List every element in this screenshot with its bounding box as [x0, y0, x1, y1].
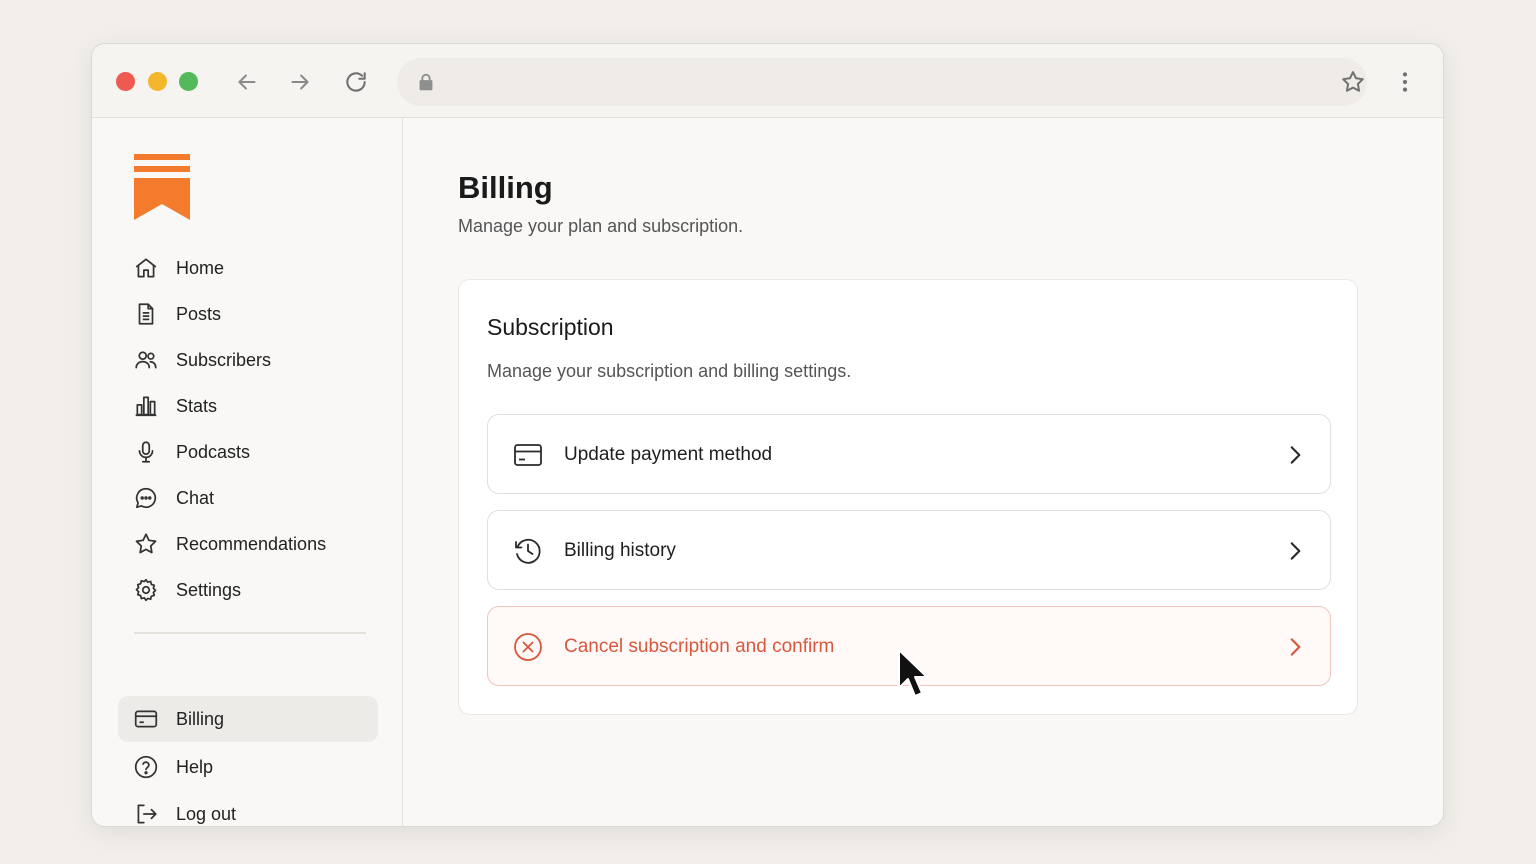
reload-icon: [346, 72, 366, 92]
url-input[interactable]: [449, 68, 1269, 96]
page-title: Billing: [458, 170, 553, 205]
home-icon: [133, 255, 159, 281]
sidebar-item-label: Subscribers: [176, 349, 272, 370]
sidebar-item-subscribers[interactable]: Subscribers: [118, 337, 378, 383]
credit-card-icon: [133, 706, 159, 732]
users-icon: [133, 347, 159, 373]
back-button[interactable]: [231, 66, 263, 98]
sidebar-item-label: Help: [176, 756, 214, 777]
sidebar-item-logout[interactable]: Log out: [118, 791, 378, 826]
row-label: Billing history: [564, 540, 676, 561]
sidebar-item-billing[interactable]: Billing: [118, 696, 378, 742]
sidebar-item-label: Billing: [176, 708, 225, 729]
sidebar-item-settings[interactable]: Settings: [118, 567, 378, 613]
close-window-button[interactable]: [116, 72, 135, 91]
chevron-right-icon: [1290, 638, 1301, 656]
arrow-left-icon: [238, 74, 256, 90]
sidebar-divider: [134, 632, 366, 634]
card-subtitle: Manage your subscription and billing set…: [487, 361, 852, 381]
logout-icon: [133, 801, 159, 826]
logo-icon: [134, 154, 190, 220]
bookmark-star-icon[interactable]: [1339, 68, 1367, 96]
sidebar: Home Posts Subscribers Stats Podcasts Ch…: [92, 118, 403, 826]
browser-window: Home Posts Subscribers Stats Podcasts Ch…: [91, 43, 1444, 827]
browser-menu-button[interactable]: [1389, 66, 1421, 98]
arrow-right-icon: [291, 74, 309, 90]
row-label: Cancel subscription and confirm: [564, 636, 835, 657]
more-vertical-icon: [1402, 72, 1408, 92]
sidebar-item-label: Log out: [176, 803, 237, 824]
history-clock-icon: [515, 538, 541, 564]
cancel-circle-icon: [514, 633, 542, 661]
sidebar-item-help[interactable]: Help: [118, 744, 378, 790]
sidebar-item-posts[interactable]: Posts: [118, 291, 378, 337]
sidebar-item-label: Settings: [176, 579, 242, 600]
lock-icon: [419, 73, 433, 91]
billing-history-button[interactable]: Billing history: [487, 510, 1331, 590]
sidebar-item-stats[interactable]: Stats: [118, 383, 378, 429]
update-payment-method-button[interactable]: Update payment method: [487, 414, 1331, 494]
page-subtitle: Manage your plan and subscription.: [458, 216, 744, 236]
sidebar-item-recommendations[interactable]: Recommendations: [118, 521, 378, 567]
gear-icon: [133, 577, 159, 603]
chevron-right-icon: [1290, 446, 1301, 464]
main-content: Billing Manage your plan and subscriptio…: [404, 118, 1443, 826]
address-bar[interactable]: [397, 58, 1367, 106]
card-title: Subscription: [487, 314, 614, 340]
forward-button[interactable]: [284, 66, 316, 98]
sidebar-item-home[interactable]: Home: [118, 245, 378, 291]
maximize-window-button[interactable]: [179, 72, 198, 91]
sidebar-item-label: Home: [176, 257, 225, 278]
row-label: Update payment method: [564, 444, 773, 465]
microphone-icon: [133, 439, 159, 465]
chat-bubble-icon: [133, 485, 159, 511]
sidebar-item-label: Podcasts: [176, 441, 251, 462]
help-circle-icon: [133, 754, 159, 780]
reload-button[interactable]: [340, 66, 372, 98]
sidebar-item-label: Chat: [176, 487, 215, 508]
document-icon: [133, 301, 159, 327]
credit-card-icon: [514, 444, 542, 466]
sidebar-item-label: Stats: [176, 395, 218, 416]
browser-toolbar: [92, 44, 1443, 118]
sidebar-item-chat[interactable]: Chat: [118, 475, 378, 521]
bar-chart-icon: [133, 393, 159, 419]
sidebar-item-label: Recommendations: [176, 533, 327, 554]
mouse-cursor-icon: [898, 649, 928, 697]
sidebar-item-podcasts[interactable]: Podcasts: [118, 429, 378, 475]
sidebar-item-label: Posts: [176, 303, 222, 324]
star-icon: [133, 531, 159, 557]
minimize-window-button[interactable]: [148, 72, 167, 91]
chevron-right-icon: [1290, 542, 1301, 560]
